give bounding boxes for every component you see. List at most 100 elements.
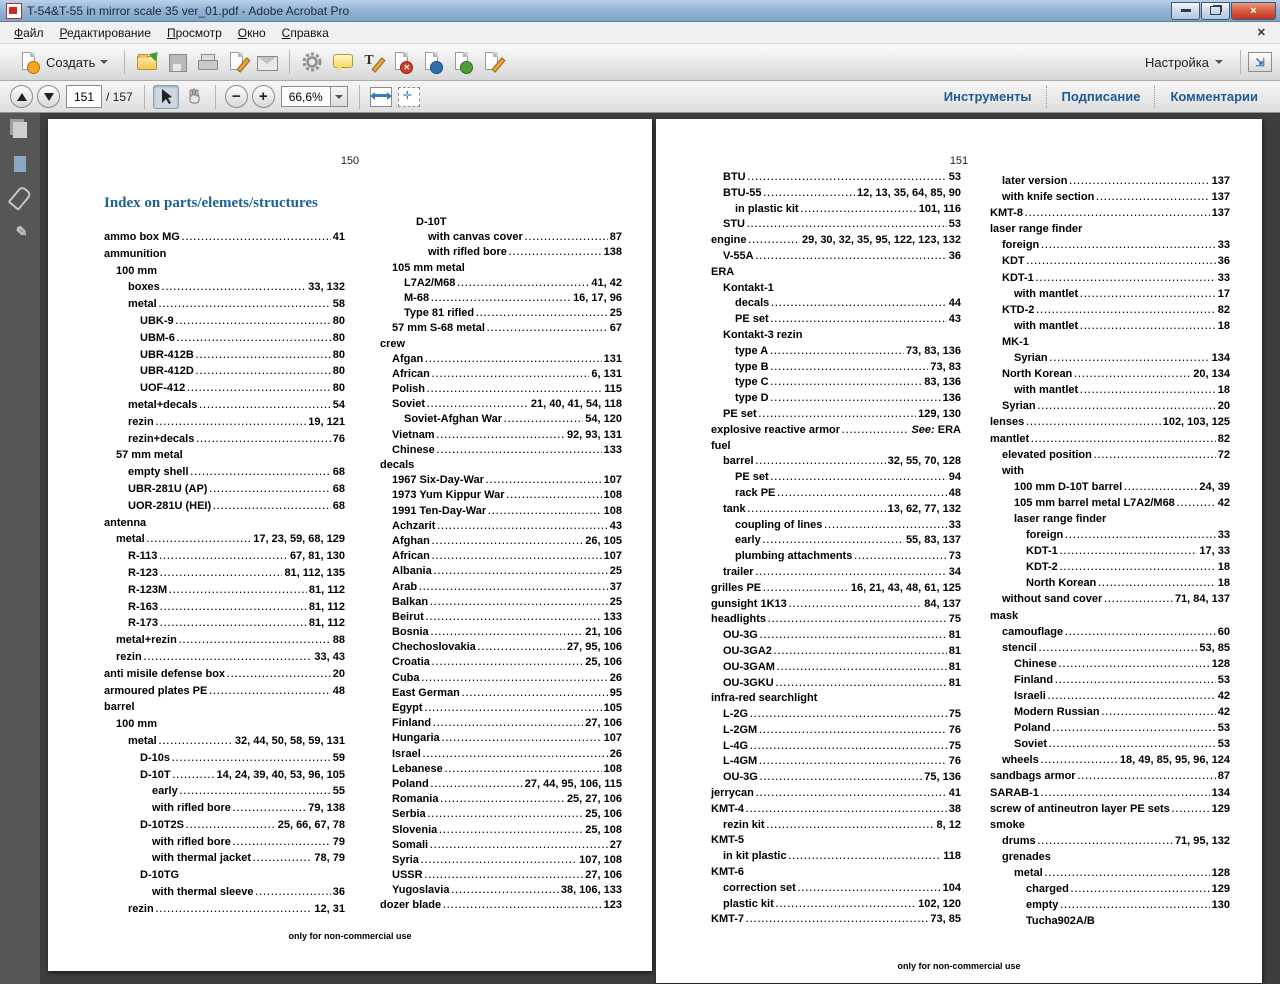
dot-leader xyxy=(776,899,916,909)
tab-tools[interactable]: Инструменты xyxy=(930,89,1046,104)
menu-help[interactable]: Справка xyxy=(274,24,337,42)
attachments-button[interactable] xyxy=(0,181,40,215)
delete-pages-button[interactable]: ✕ xyxy=(388,48,416,76)
dot-leader xyxy=(1031,434,1216,444)
menu-view[interactable]: Просмотр xyxy=(159,24,230,42)
index-entry: MK-1 xyxy=(990,336,1230,352)
comment-button[interactable] xyxy=(328,48,356,76)
index-entry-label: 105 mm barrel metal L7A2/M68 xyxy=(1014,497,1175,509)
acrobat-logo-icon xyxy=(6,3,22,19)
dot-leader xyxy=(476,308,608,318)
index-entry-pages: 128 xyxy=(1212,658,1230,670)
print-button[interactable] xyxy=(193,48,221,76)
index-entry: PE set43 xyxy=(711,313,961,329)
select-tool-button[interactable] xyxy=(153,85,179,109)
index-entry: Lebanese108 xyxy=(380,763,622,778)
dot-leader xyxy=(1038,836,1173,846)
dot-leader xyxy=(1049,739,1216,749)
dot-leader xyxy=(1094,450,1216,460)
index-entry-label: UOF-412 xyxy=(140,382,185,394)
hand-tool-button[interactable] xyxy=(181,85,207,109)
index-entry: UOF-41280 xyxy=(104,382,345,399)
index-entry: with thermal sleeve36 xyxy=(104,886,345,903)
next-page-button[interactable] xyxy=(37,85,60,108)
menu-window[interactable]: Окно xyxy=(230,24,274,42)
index-entry-label: OU-3GA2 xyxy=(723,645,772,657)
index-entry-pages: 118 xyxy=(943,850,961,862)
zoom-level-input[interactable] xyxy=(282,89,330,105)
index-entry-pages: 25 xyxy=(610,596,622,608)
zoom-in-button[interactable]: + xyxy=(252,85,275,108)
index-entry-pages: 80 xyxy=(333,315,345,327)
index-entry-label: KDT-1 xyxy=(1026,545,1058,557)
dot-leader xyxy=(437,521,607,531)
page-number-input[interactable] xyxy=(66,85,102,108)
hand-icon xyxy=(185,88,203,106)
zoom-dropdown-button[interactable] xyxy=(330,87,347,106)
chevron-down-icon xyxy=(100,60,108,64)
index-entry-pages: 19, 121 xyxy=(308,416,345,428)
dot-leader xyxy=(442,733,602,743)
index-entry: jerrycan41 xyxy=(711,787,961,803)
menu-bar: Файл Редактирование Просмотр Окно Справк… xyxy=(0,22,1280,44)
dot-leader xyxy=(431,779,523,789)
zoom-out-button[interactable]: − xyxy=(225,85,248,108)
index-entry-pages: 80 xyxy=(333,332,345,344)
sign-page-button[interactable] xyxy=(223,48,251,76)
menu-edit[interactable]: Редактирование xyxy=(52,24,159,42)
dot-leader xyxy=(1041,240,1215,250)
index-entry-label: Israeli xyxy=(1014,690,1046,702)
search-pages-button[interactable] xyxy=(418,48,446,76)
fit-width-button[interactable] xyxy=(370,87,392,107)
index-entry-pages: 68 xyxy=(333,500,345,512)
forms-edit-button[interactable] xyxy=(478,48,506,76)
dot-leader xyxy=(199,400,330,410)
index-entry-label: foreign xyxy=(1026,529,1063,541)
minimize-button[interactable] xyxy=(1171,2,1200,20)
index-entry-label: with knife section xyxy=(1002,191,1094,203)
previous-page-button[interactable] xyxy=(10,85,33,108)
acrobat-window: T-54&T-55 in mirror scale 35 ver_01.pdf … xyxy=(0,0,1280,984)
close-button[interactable]: × xyxy=(1231,2,1276,20)
save-file-button[interactable] xyxy=(163,48,191,76)
menu-file[interactable]: Файл xyxy=(6,24,52,42)
create-pdf-button[interactable]: Создать xyxy=(9,48,116,76)
index-entry-pages: 42 xyxy=(1218,706,1230,718)
index-entry: laser range finder xyxy=(990,513,1230,529)
preferences-button[interactable] xyxy=(298,48,326,76)
index-entry-pages: 81, 112 xyxy=(309,617,345,629)
restore-button[interactable] xyxy=(1201,2,1230,20)
settings-button[interactable]: Настройка xyxy=(1135,55,1233,70)
index-entry: Syrian20 xyxy=(990,400,1230,416)
reading-mode-button[interactable]: ⇲ xyxy=(1248,52,1272,72)
highlight-text-button[interactable]: T xyxy=(358,48,386,76)
index-entry-label: elevated position xyxy=(1002,449,1092,461)
index-entry-pages: 108 xyxy=(604,505,622,517)
dot-leader xyxy=(1060,562,1216,572)
bookmarks-icon xyxy=(14,156,26,172)
index-entry-pages: 95 xyxy=(610,687,622,699)
index-entry-label: KMT-7 xyxy=(711,913,744,925)
dot-leader xyxy=(173,770,215,780)
index-entry-pages: 38 xyxy=(949,803,961,815)
dot-leader xyxy=(771,362,929,372)
page-thumbnails-button[interactable] xyxy=(0,113,40,147)
export-page-button[interactable] xyxy=(448,48,476,76)
tab-comments[interactable]: Комментарии xyxy=(1156,89,1272,104)
fit-width-icon xyxy=(373,94,387,97)
index-entry: later version137 xyxy=(990,175,1230,191)
tab-sign[interactable]: Подписание xyxy=(1048,89,1155,104)
index-entry: KMT-438 xyxy=(711,803,961,819)
open-file-button[interactable] xyxy=(133,48,161,76)
index-entry-label: empty shell xyxy=(128,466,189,478)
index-column: later version137with knife section137KMT… xyxy=(990,175,1230,931)
index-entry-pages: 33 xyxy=(1218,529,1230,541)
dot-leader xyxy=(432,369,590,379)
document-area[interactable]: 150 Index on parts/elemets/structures am… xyxy=(40,113,1280,984)
bookmarks-button[interactable] xyxy=(0,147,40,181)
email-button[interactable] xyxy=(253,48,281,76)
index-entry-label: Israel xyxy=(392,748,421,760)
menubar-close-icon[interactable]: ✕ xyxy=(1249,26,1274,39)
signatures-button[interactable]: ✎ xyxy=(0,215,40,249)
fit-page-button[interactable] xyxy=(398,87,420,107)
